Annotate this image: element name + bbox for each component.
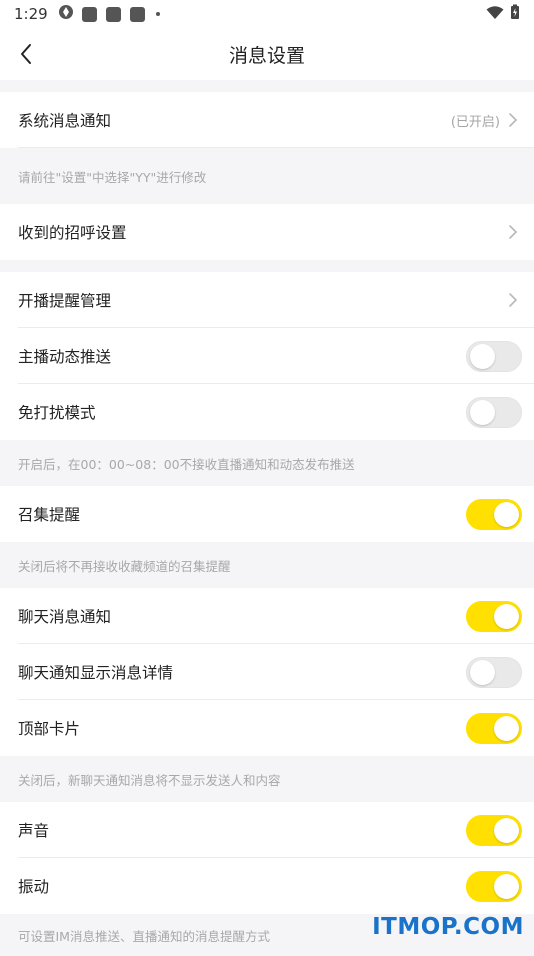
notification-icon <box>106 7 121 22</box>
dnd-row: 免打扰模式 <box>0 384 534 440</box>
row-label: 开播提醒管理 <box>18 289 504 311</box>
top-card-row: 顶部卡片 <box>0 700 534 756</box>
row-label: 振动 <box>18 875 466 897</box>
broadcast-reminder-row[interactable]: 开播提醒管理 <box>0 272 534 328</box>
greeting-settings-row[interactable]: 收到的招呼设置 <box>0 204 534 260</box>
row-label: 聊天消息通知 <box>18 605 466 627</box>
more-notifications-icon <box>156 12 160 16</box>
chat-notification-toggle[interactable] <box>466 601 522 632</box>
page-title: 消息设置 <box>229 41 305 68</box>
header: 消息设置 <box>0 28 534 80</box>
chat-notification-row: 聊天消息通知 <box>0 588 534 644</box>
system-notification-note: 请前往"设置"中选择"YY"进行修改 <box>0 148 534 204</box>
summon-row: 召集提醒 <box>0 486 534 542</box>
dnd-toggle[interactable] <box>466 397 522 428</box>
chevron-left-icon <box>19 43 33 65</box>
row-label: 顶部卡片 <box>18 717 466 739</box>
chat-detail-row: 聊天通知显示消息详情 <box>0 644 534 700</box>
row-label: 召集提醒 <box>18 503 466 525</box>
back-button[interactable] <box>8 36 44 72</box>
sound-row: 声音 <box>0 802 534 858</box>
chat-detail-toggle[interactable] <box>466 657 522 688</box>
anchor-push-row: 主播动态推送 <box>0 328 534 384</box>
top-card-toggle[interactable] <box>466 713 522 744</box>
chevron-right-icon <box>504 291 522 309</box>
status-time: 1:29 <box>14 5 48 23</box>
system-notification-row[interactable]: 系统消息通知 (已开启) <box>0 92 534 148</box>
dnd-note: 开启后，在00：00~08：00不接收直播通知和动态发布推送 <box>0 440 534 486</box>
app-notification-icon <box>58 4 74 24</box>
chevron-right-icon <box>504 111 522 129</box>
notification-icon <box>130 7 145 22</box>
row-label: 主播动态推送 <box>18 345 466 367</box>
summon-toggle[interactable] <box>466 499 522 530</box>
vibrate-toggle[interactable] <box>466 871 522 902</box>
top-card-note: 关闭后，新聊天通知消息将不显示发送人和内容 <box>0 756 534 802</box>
sound-toggle[interactable] <box>466 815 522 846</box>
row-label: 收到的招呼设置 <box>18 221 504 243</box>
notification-icon <box>82 7 97 22</box>
status-value: (已开启) <box>451 111 500 130</box>
row-label: 聊天通知显示消息详情 <box>18 661 466 683</box>
wifi-icon <box>486 5 504 24</box>
watermark: ITMOP.COM <box>372 914 524 940</box>
row-label: 系统消息通知 <box>18 109 451 131</box>
chevron-right-icon <box>504 223 522 241</box>
vibrate-row: 振动 <box>0 858 534 914</box>
status-bar: 1:29 <box>0 0 534 28</box>
anchor-push-toggle[interactable] <box>466 341 522 372</box>
row-label: 免打扰模式 <box>18 401 466 423</box>
battery-icon <box>510 4 520 24</box>
settings-list: 系统消息通知 (已开启) 请前往"设置"中选择"YY"进行修改 收到的招呼设置 … <box>0 80 534 956</box>
summon-note: 关闭后将不再接收收藏频道的召集提醒 <box>0 542 534 588</box>
row-label: 声音 <box>18 819 466 841</box>
